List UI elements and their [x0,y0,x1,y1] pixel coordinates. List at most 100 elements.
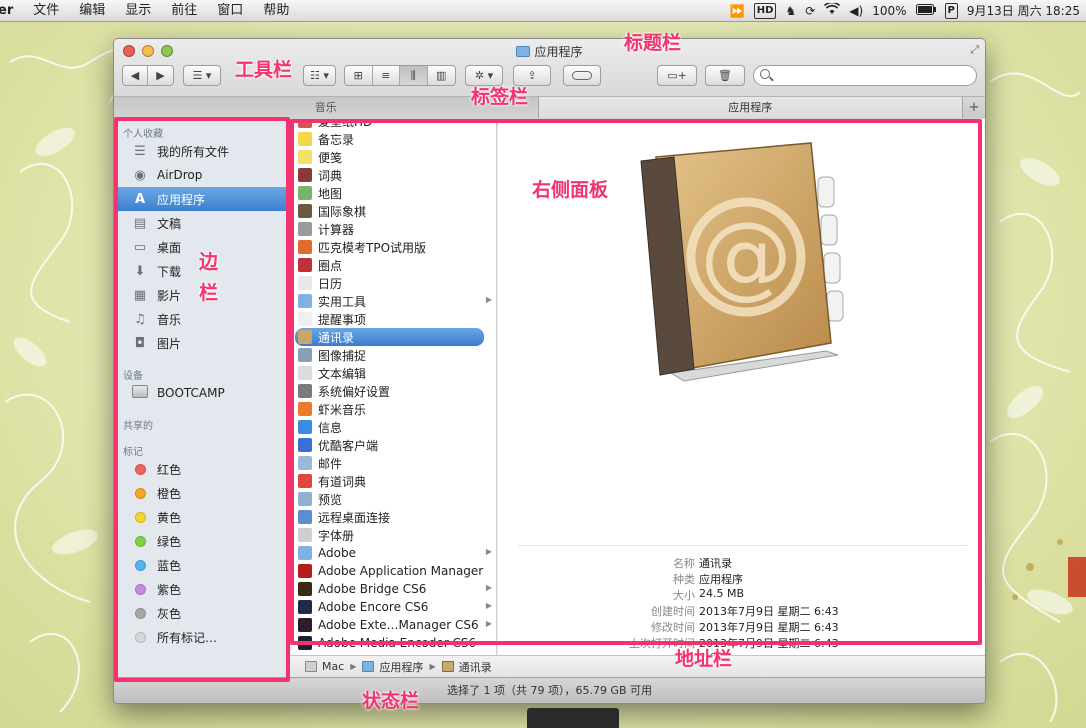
fullscreen-icon[interactable]: ⤢ [970,43,979,57]
app-list-item[interactable]: 匹克模考TPO试用版 [291,238,496,256]
sidebar-item-label: 影片 [157,288,182,303]
forward-arrow-icon[interactable]: ▶ [148,66,173,85]
movies-icon: ▦ [133,287,147,303]
app-list-item[interactable]: 字体册 [291,526,496,544]
menu-window[interactable]: 窗口 [207,0,253,22]
new-folder-button[interactable]: ▭+ [657,65,697,86]
menu-help[interactable]: 帮助 [253,0,299,22]
app-icon [298,528,312,542]
sidebar-item[interactable]: 灰色 [114,601,289,625]
app-list-item[interactable]: 文本编辑 [291,364,496,382]
info-value: 24.5 MB [699,587,745,600]
app-list-item[interactable]: 词典 [291,166,496,184]
list-view-icon[interactable]: ≡ [373,66,400,85]
sidebar-section-header: 个人收藏 [123,129,163,140]
back-arrow-icon[interactable]: ◀ [123,66,149,85]
app-list-item[interactable]: 预览 [291,490,496,508]
app-list-item[interactable]: Adobe ▶ [291,544,496,562]
sidebar-item[interactable]: ♫ 音乐 [114,307,289,331]
wifi-icon[interactable] [824,1,841,18]
sidebar-item[interactable]: 蓝色 [114,553,289,577]
menu-file[interactable]: 文件 [23,0,69,22]
column-view-icon[interactable]: ⫼ [400,66,428,85]
action-list-button[interactable]: ☷ ▾ [303,65,336,86]
menu-view[interactable]: 显示 [115,0,161,22]
volume-icon[interactable]: ◀) [849,4,863,18]
app-list-item[interactable]: 邮件 [291,454,496,472]
battery-icon[interactable] [915,3,936,18]
sidebar-item[interactable]: ◘ 图片 [114,331,289,355]
fast-forward-icon[interactable]: ⏩ [730,4,745,18]
arrange-button[interactable]: ☰ ▾ [183,65,221,86]
app-list-item[interactable]: 虾米音乐 [291,400,496,418]
path-segment-mac[interactable]: Mac [305,660,344,673]
menu-go[interactable]: 前往 [161,0,207,22]
app-list-item[interactable]: 实用工具 ▶ [291,292,496,310]
app-list-item[interactable]: 爱壁纸HD [291,119,496,130]
input-method-icon[interactable]: P [944,2,958,19]
app-icon [298,366,312,380]
sidebar-item[interactable]: 所有标记… [114,625,289,649]
sidebar-section-header: 标记 [123,447,143,458]
app-list-item[interactable]: Adobe Media Encoder CS6 [291,634,496,652]
app-list-item[interactable]: Adobe Encore CS6 ▶ [291,598,496,616]
app-list-item[interactable]: 计算器 [291,220,496,238]
path-segment-label: Mac [322,660,345,673]
sidebar-item[interactable]: BOOTCAMP [114,381,289,405]
all-files-icon: ☰ [134,143,146,159]
battery-percent[interactable]: 100% [872,4,906,18]
evernote-icon[interactable]: ♞ [785,4,796,18]
menu-edit[interactable]: 编辑 [69,0,115,22]
app-list-item[interactable]: 通讯录 [295,328,484,346]
sidebar-item[interactable]: ▤ 文稿 [114,211,289,235]
app-list-item[interactable]: 图像捕捉 [291,346,496,364]
coverflow-view-icon[interactable]: ▥ [428,66,455,85]
app-list-item[interactable]: 日历 [291,274,496,292]
new-tab-button[interactable]: + [963,97,985,118]
app-icon [298,438,312,452]
sidebar-item[interactable]: 红色 [114,457,289,481]
app-list-item[interactable]: 信息 [291,418,496,436]
all-tags-icon [135,631,146,643]
delete-button[interactable]: 🗑 [705,65,745,86]
app-list-item[interactable]: Adobe Application Manager [291,562,496,580]
yellow-tag-icon [135,511,146,523]
status-bar: 选择了 1 项（共 79 项），65.79 GB 可用 [114,677,985,703]
sidebar-item[interactable]: 黄色 [114,505,289,529]
info-value: 通讯录 [699,557,732,570]
app-list-item[interactable]: Adobe Bridge CS6 ▶ [291,580,496,598]
path-segment-contacts[interactable]: 通讯录 [441,659,492,675]
app-list-item[interactable]: 远程桌面连接 [291,508,496,526]
app-list-item-label: Adobe Encore CS6 [318,600,429,614]
sidebar-item[interactable]: ◉ AirDrop [114,163,289,187]
sync-icon[interactable]: ⟳ [805,4,815,18]
app-list-item[interactable]: 优酷客户端 [291,436,496,454]
sidebar-item[interactable]: 紫色 [114,577,289,601]
app-list-item[interactable]: 地图 [291,184,496,202]
app-list-item[interactable]: 有道词典 [291,472,496,490]
pictures-icon: ◘ [134,335,146,351]
info-row: 修改时间 2013年7月9日 星期二 6:43 [498,619,985,635]
tab-applications[interactable]: 应用程序 [538,97,963,118]
info-label: 修改时间 [651,621,695,634]
app-list-item[interactable]: 备忘录 [291,130,496,148]
menu-clock[interactable]: 9月13日 周六 18:25 [967,4,1080,18]
app-list-item[interactable]: 提醒事项 [291,310,496,328]
path-segment-applications[interactable]: 应用程序 [362,659,423,675]
app-list-item[interactable]: Adobe Exte…Manager CS6 ▶ [291,616,496,634]
app-list-item[interactable]: 国际象棋 [291,202,496,220]
sidebar-item[interactable]: A 应用程序 [114,187,289,211]
app-list-item[interactable]: 便笺 [291,148,496,166]
sidebar-item[interactable]: ☰ 我的所有文件 [114,139,289,163]
sidebar-item[interactable]: 绿色 [114,529,289,553]
airdrop-icon: ◉ [134,167,146,183]
tags-button[interactable] [563,65,601,86]
app-list-item[interactable]: 系统偏好设置 [291,382,496,400]
hd-icon[interactable]: HD [753,2,777,19]
purple-tag-icon [135,583,146,595]
app-list-item[interactable]: 圈点 [291,256,496,274]
menu-app-name[interactable]: er [0,0,23,22]
icon-view-icon[interactable]: ⊞ [345,66,373,85]
search-field[interactable] [753,65,977,86]
sidebar-item[interactable]: 橙色 [114,481,289,505]
